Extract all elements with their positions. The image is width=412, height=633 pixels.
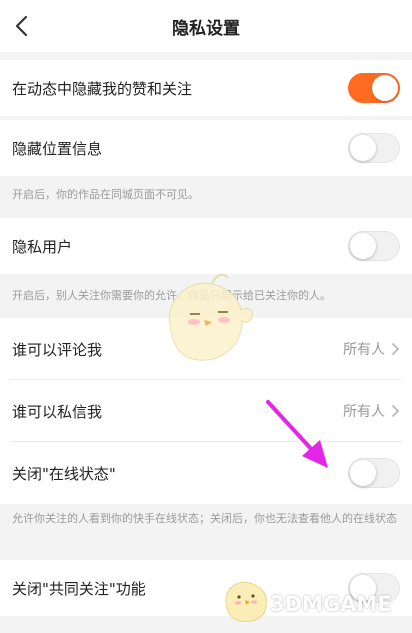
setting-hide-location-label: 隐藏位置信息 — [12, 139, 103, 158]
toggle-knob — [350, 135, 376, 161]
pointer-arrow-icon — [266, 400, 328, 468]
setting-online-status: 关闭"在线状态" — [0, 442, 412, 504]
toggle-knob — [350, 460, 376, 486]
back-button[interactable] — [6, 10, 38, 42]
chevron-right-icon — [391, 404, 400, 418]
hide-likes-toggle[interactable] — [348, 73, 400, 103]
setting-who-message[interactable]: 谁可以私信我 所有人 — [0, 380, 412, 442]
setting-online-status-label: 关闭"在线状态" — [12, 464, 116, 483]
online-status-note: 允许你关注的人看到你的快手在线状态；关闭后，你也无法查看他人的在线状态 — [0, 504, 412, 550]
hide-location-note: 开启后，你的作品在同城页面不可见。 — [0, 176, 412, 212]
who-comment-value[interactable]: 所有人 — [343, 339, 400, 359]
who-message-value-text: 所有人 — [343, 404, 385, 420]
who-comment-value-text: 所有人 — [343, 342, 385, 358]
logo-mascot-icon — [225, 581, 267, 622]
setting-private-user-label: 隐私用户 — [12, 237, 73, 256]
toggle-knob — [350, 233, 376, 259]
section-gap — [0, 550, 412, 560]
setting-who-message-label: 谁可以私信我 — [12, 402, 103, 421]
chevron-right-icon — [391, 342, 400, 356]
watermark-logo: 3DMGAME — [270, 592, 392, 616]
online-status-toggle[interactable] — [348, 458, 400, 488]
private-user-toggle[interactable] — [348, 231, 400, 261]
page-title: 隐私设置 — [172, 18, 240, 39]
header-bar: 隐私设置 — [0, 0, 412, 52]
hide-location-toggle[interactable] — [348, 133, 400, 163]
setting-hide-location: 隐藏位置信息 — [0, 120, 412, 176]
setting-hide-likes: 在动态中隐藏我的赞和关注 — [0, 60, 412, 116]
section-gap — [0, 52, 412, 60]
setting-mutual-follow-label: 关闭"共同关注"功能 — [12, 579, 146, 598]
setting-private-user: 隐私用户 — [0, 218, 412, 274]
toggle-knob — [372, 75, 398, 101]
privacy-settings-screen: 隐私设置 在动态中隐藏我的赞和关注 隐藏位置信息 开启后，你的作品在同城页面不可… — [0, 0, 412, 633]
setting-who-comment-label: 谁可以评论我 — [12, 340, 103, 359]
who-message-value[interactable]: 所有人 — [343, 401, 400, 421]
setting-hide-likes-label: 在动态中隐藏我的赞和关注 — [12, 79, 193, 98]
chevron-left-icon — [15, 15, 28, 37]
mascot-watermark-icon — [168, 273, 253, 361]
